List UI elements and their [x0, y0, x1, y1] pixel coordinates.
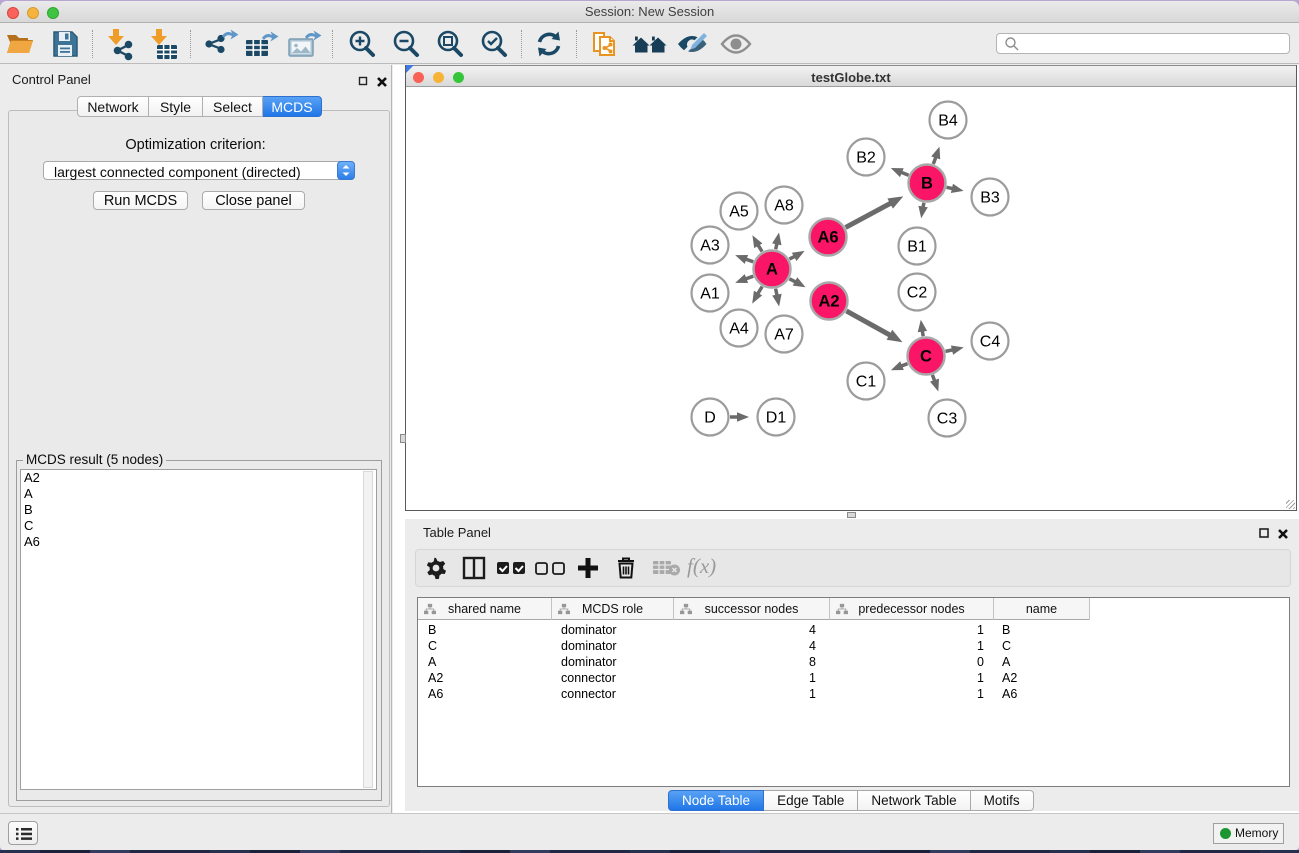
svg-text:A6: A6 [817, 229, 838, 247]
svg-text:B3: B3 [980, 190, 1000, 207]
svg-text:D: D [704, 410, 716, 427]
svg-text:A3: A3 [700, 238, 720, 255]
svg-text:C4: C4 [980, 334, 1001, 351]
svg-text:B4: B4 [938, 113, 958, 130]
svg-text:B1: B1 [907, 239, 927, 256]
svg-text:D1: D1 [766, 410, 787, 427]
svg-text:C: C [920, 348, 932, 366]
svg-text:A5: A5 [729, 204, 749, 221]
svg-text:C1: C1 [856, 374, 877, 391]
svg-text:C3: C3 [937, 411, 958, 428]
svg-text:B2: B2 [856, 150, 876, 167]
svg-text:A8: A8 [774, 198, 794, 215]
svg-text:A1: A1 [700, 286, 720, 303]
svg-text:B: B [921, 175, 933, 193]
svg-text:C2: C2 [907, 285, 928, 302]
svg-text:A7: A7 [774, 327, 794, 344]
svg-text:A2: A2 [818, 293, 839, 311]
svg-text:A4: A4 [729, 321, 749, 338]
svg-text:A: A [766, 261, 778, 279]
